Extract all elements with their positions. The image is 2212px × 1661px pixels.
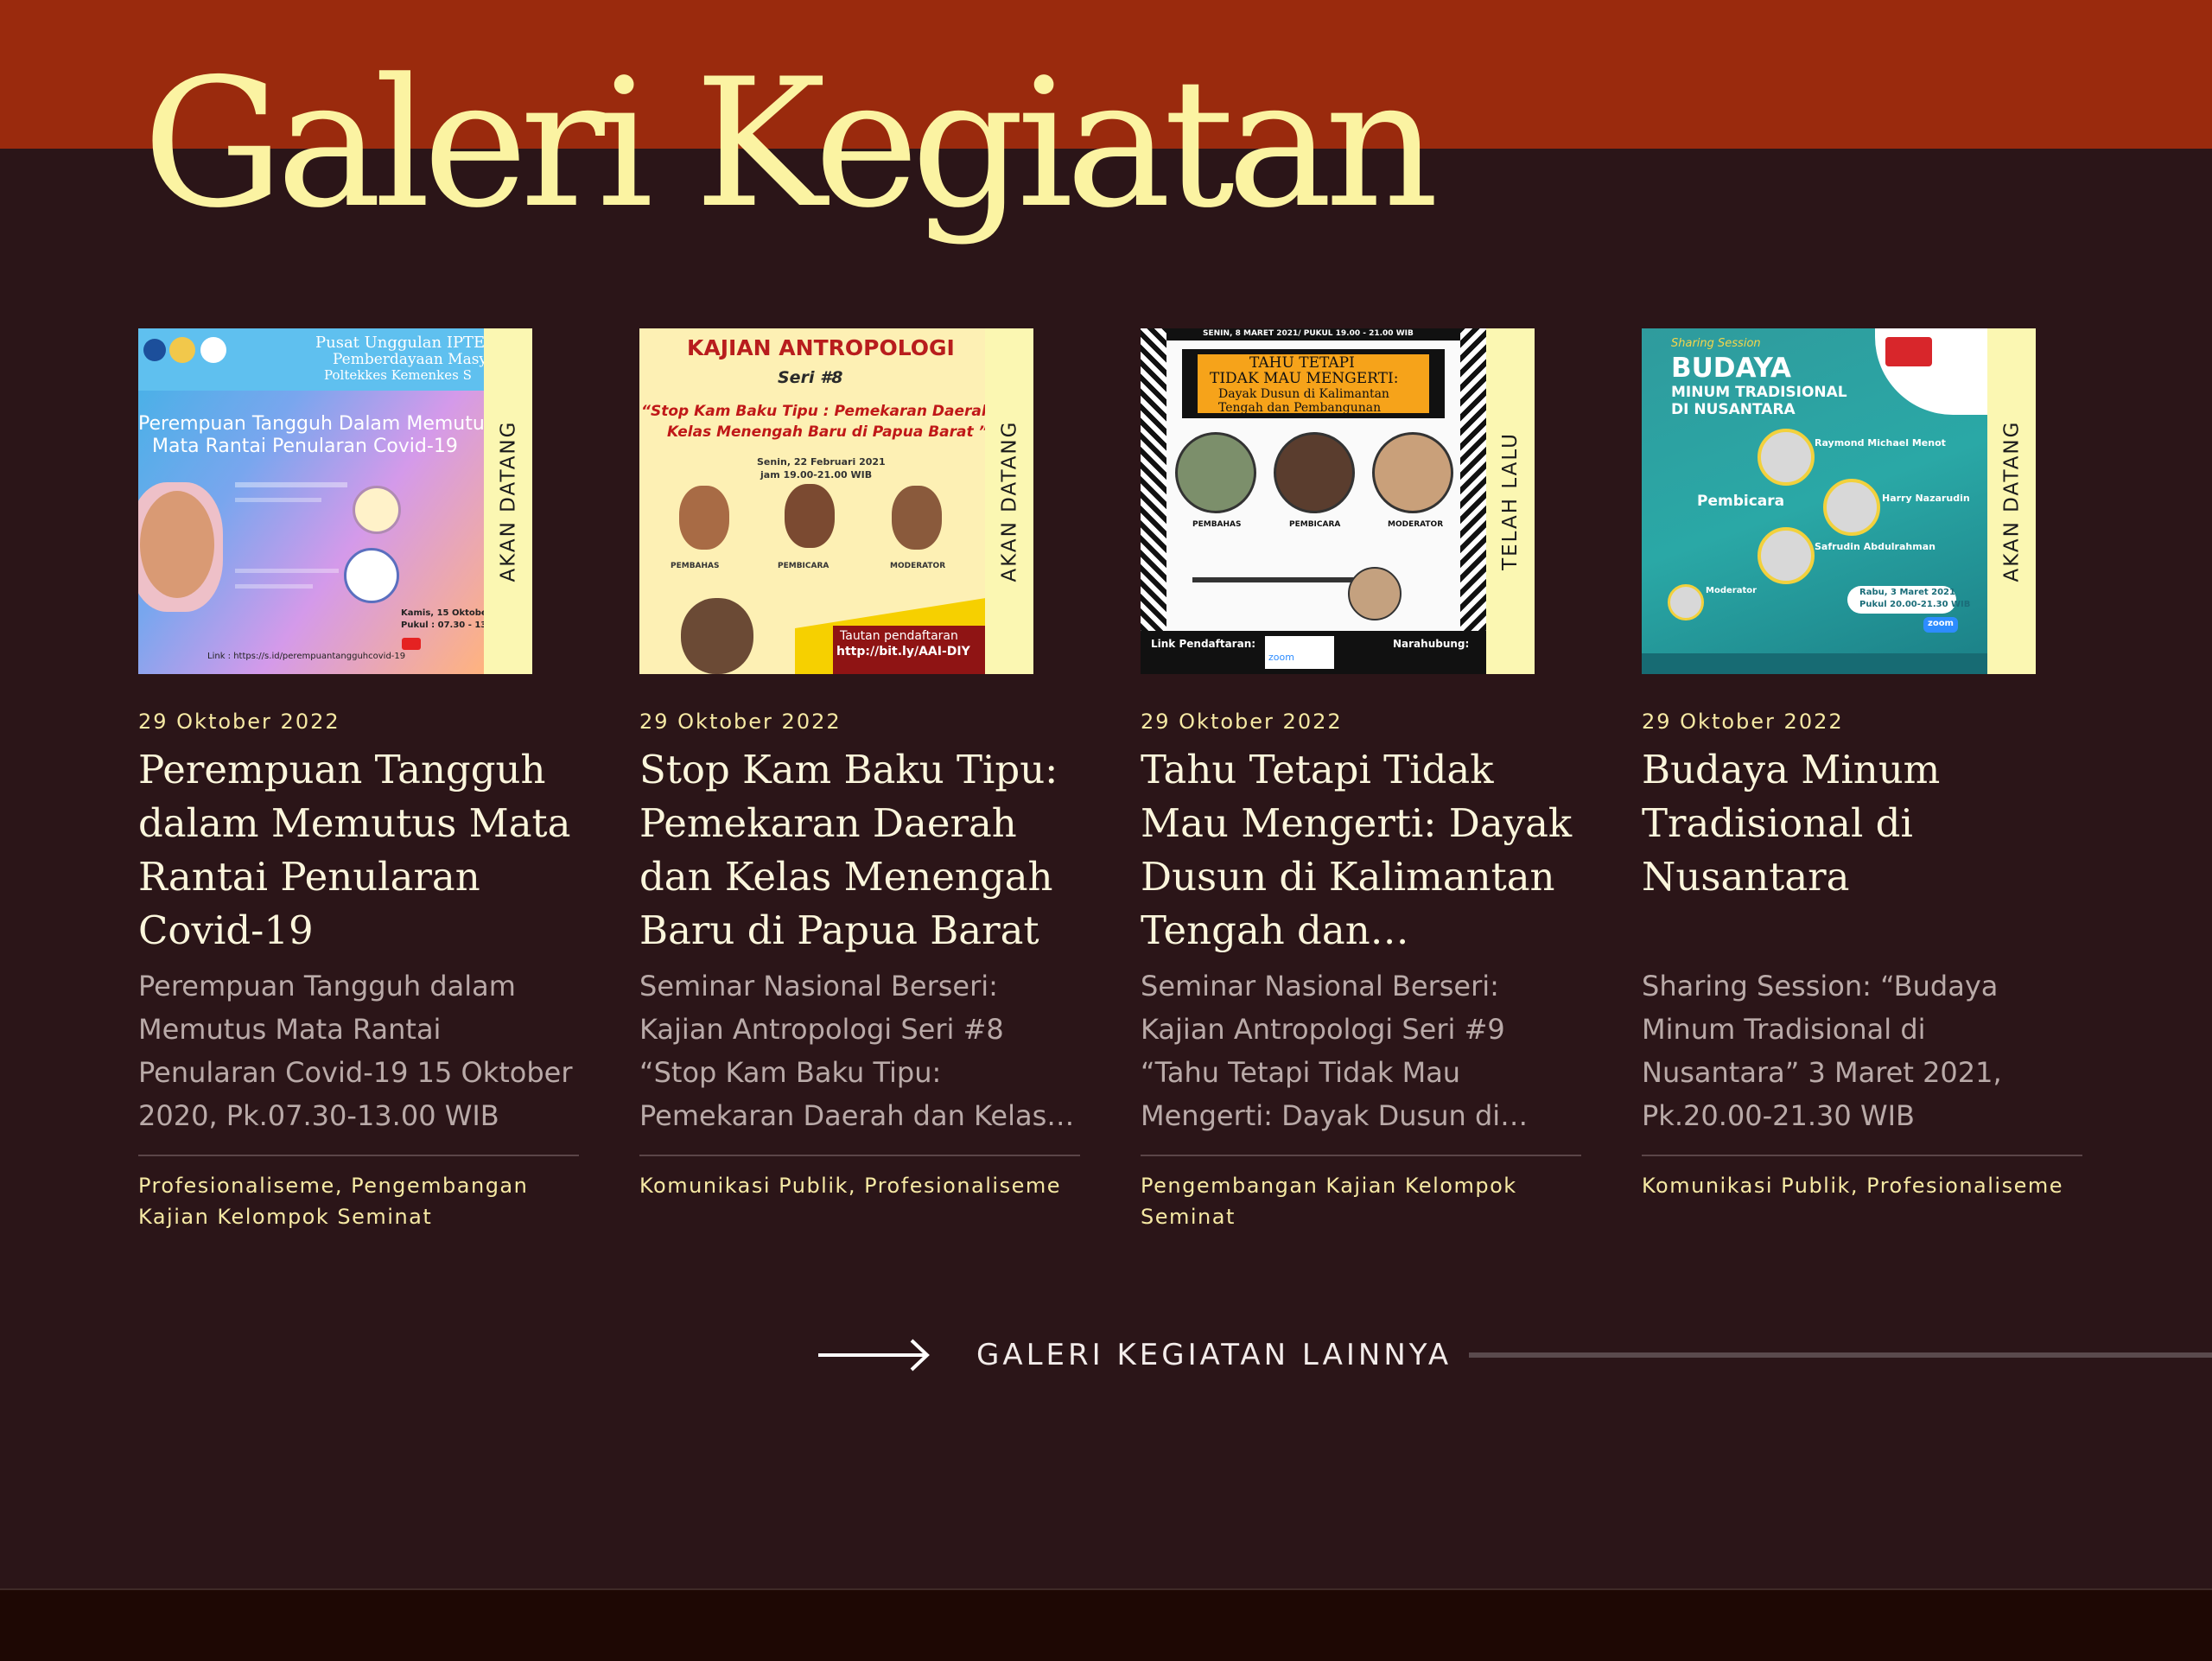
event-poster: KAJIAN ANTROPOLOGI Seri #8 “Stop Kam Bak… [639, 328, 985, 674]
card-excerpt: Seminar Nasional Berseri: Kajian Antropo… [1141, 970, 1505, 1132]
page-title: Galeri Kegiatan [143, 41, 1439, 247]
card-thumbnail[interactable]: Pusat Unggulan IPTEK Pemberdayaan Masy P… [138, 328, 532, 674]
card-divider [1141, 1155, 1581, 1156]
gallery-card[interactable]: SENIN, 8 MARET 2021/ PUKUL 19.00 - 21.00… [1141, 328, 1581, 1232]
card-date: 29 Oktober 2022 [138, 710, 340, 734]
card-divider [639, 1155, 1080, 1156]
card-tags[interactable]: Komunikasi Publik, Profesionaliseme [1642, 1170, 2082, 1201]
gallery-card[interactable]: KAJIAN ANTROPOLOGI Seri #8 “Stop Kam Bak… [639, 328, 1080, 1201]
event-poster: SENIN, 8 MARET 2021/ PUKUL 19.00 - 21.00… [1141, 328, 1486, 674]
status-label: AKAN DATANG [497, 420, 520, 582]
card-tags[interactable]: Komunikasi Publik, Profesionaliseme [639, 1170, 1080, 1201]
card-date: 29 Oktober 2022 [639, 710, 842, 734]
card-excerpt: Seminar Nasional Berseri: Kajian Antropo… [639, 970, 1047, 1132]
event-poster: Pusat Unggulan IPTEK Pemberdayaan Masy P… [138, 328, 484, 674]
status-label: TELAH LALU [1499, 432, 1522, 570]
status-tab: AKAN DATANG [484, 328, 532, 674]
arrow-right-icon[interactable] [817, 1331, 931, 1379]
gallery-card[interactable]: Sharing Session BUDAYA MINUM TRADISIONAL… [1642, 328, 2082, 1201]
card-title[interactable]: Stop Kam Baku Tipu: Pemekaran Daerah dan… [639, 743, 1080, 958]
card-date: 29 Oktober 2022 [1642, 710, 1844, 734]
card-divider [138, 1155, 579, 1156]
more-gallery-link[interactable]: GALERI KEGIATAN LAINNYA [976, 1331, 1452, 1379]
card-tags[interactable]: Profesionaliseme, Pengembangan Kajian Ke… [138, 1170, 579, 1232]
status-tab: AKAN DATANG [1987, 328, 2036, 674]
status-label: AKAN DATANG [2000, 420, 2024, 582]
footer-bar [0, 1588, 2212, 1661]
card-title[interactable]: Perempuan Tangguh dalam Memutus Mata Ran… [138, 743, 579, 958]
status-label: AKAN DATANG [998, 420, 1021, 582]
card-title[interactable]: Tahu Tetapi Tidak Mau Mengerti: Dayak Du… [1141, 743, 1581, 958]
card-tags[interactable]: Pengembangan Kajian Kelompok Seminat [1141, 1170, 1581, 1232]
card-thumbnail[interactable]: Sharing Session BUDAYA MINUM TRADISIONAL… [1642, 328, 2036, 674]
card-excerpt: Sharing Session: “Budaya Minum Tradision… [1642, 970, 2002, 1132]
card-thumbnail[interactable]: KAJIAN ANTROPOLOGI Seri #8 “Stop Kam Bak… [639, 328, 1033, 674]
status-tab: TELAH LALU [1486, 328, 1535, 674]
card-title[interactable]: Budaya Minum Tradisional di Nusantara [1642, 743, 2082, 958]
event-poster: Sharing Session BUDAYA MINUM TRADISIONAL… [1642, 328, 1987, 674]
more-divider-line [1469, 1352, 2212, 1358]
gallery-card[interactable]: Pusat Unggulan IPTEK Pemberdayaan Masy P… [138, 328, 579, 1232]
card-divider [1642, 1155, 2082, 1156]
card-thumbnail[interactable]: SENIN, 8 MARET 2021/ PUKUL 19.00 - 21.00… [1141, 328, 1535, 674]
card-excerpt: Perempuan Tangguh dalam Memutus Mata Ran… [138, 970, 573, 1132]
status-tab: AKAN DATANG [985, 328, 1033, 674]
more-gallery-row[interactable]: GALERI KEGIATAN LAINNYA [817, 1331, 2212, 1379]
card-date: 29 Oktober 2022 [1141, 710, 1343, 734]
